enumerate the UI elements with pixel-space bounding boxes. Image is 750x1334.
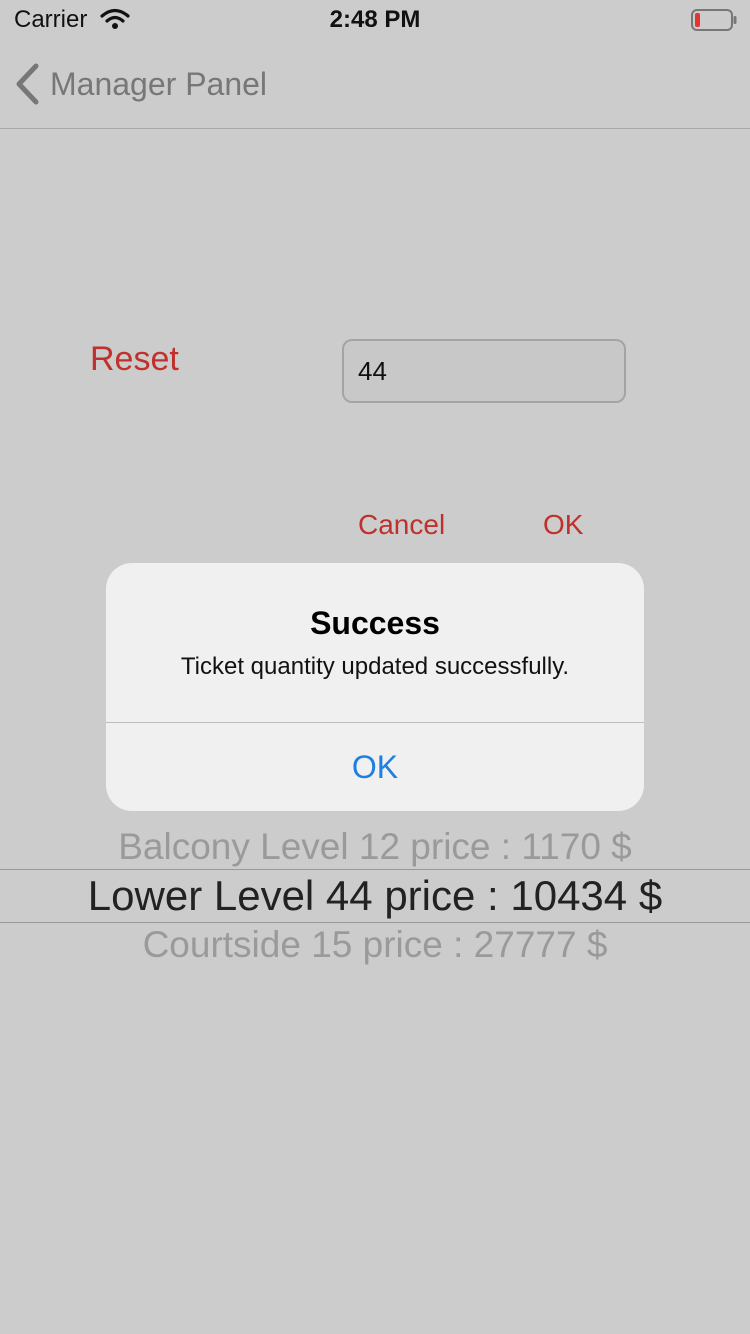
success-alert: Success Ticket quantity updated successf… xyxy=(106,563,644,811)
quantity-field[interactable] xyxy=(342,339,626,403)
picker-row[interactable]: Courtside 15 price : 27777 $ xyxy=(0,924,750,966)
alert-ok-button[interactable]: OK xyxy=(106,723,644,811)
status-bar: Carrier 2:48 PM xyxy=(0,0,750,40)
alert-title: Success xyxy=(310,605,440,641)
cancel-button[interactable]: Cancel xyxy=(358,509,445,541)
picker-row[interactable]: Balcony Level 12 price : 1170 $ xyxy=(0,826,750,868)
back-button[interactable]: Manager Panel xyxy=(14,60,267,108)
back-button-label: Manager Panel xyxy=(50,65,268,102)
picker-row-selected[interactable]: Lower Level 44 price : 10434 $ xyxy=(0,869,750,923)
battery-low-icon xyxy=(691,9,737,31)
ticket-picker[interactable]: Balcony Level 12 price : 1170 $ Lower Le… xyxy=(0,820,750,980)
chevron-left-icon xyxy=(16,63,39,105)
navigation-bar: Manager Panel xyxy=(0,40,750,129)
alert-message: Ticket quantity updated successfully. xyxy=(180,653,570,680)
reset-button[interactable]: Reset xyxy=(90,340,179,379)
ok-button[interactable]: OK xyxy=(543,509,583,541)
clock: 2:48 PM xyxy=(329,6,421,33)
